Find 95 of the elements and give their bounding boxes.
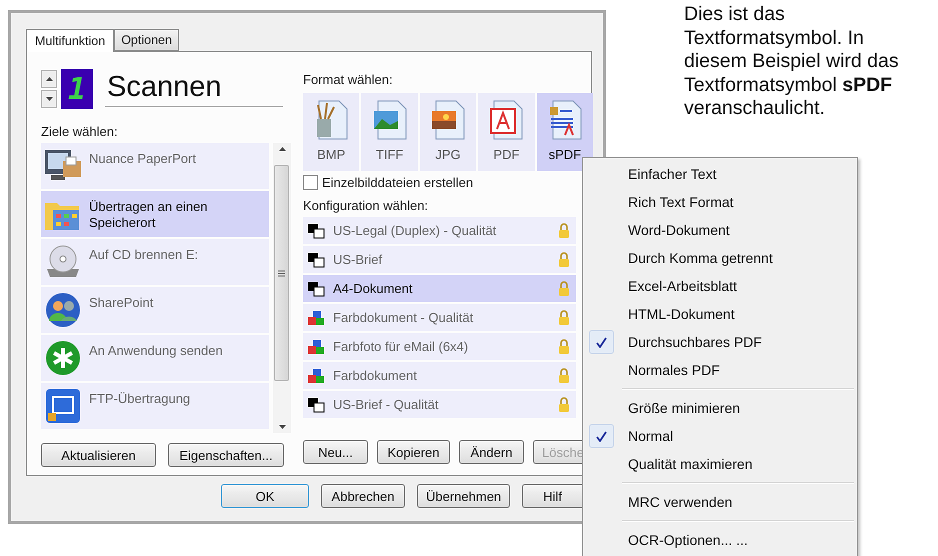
- destination-label: Auf CD brennen E:: [89, 247, 200, 263]
- tab[interactable]: Optionen: [114, 29, 179, 51]
- lock-icon: [558, 396, 570, 412]
- spin-up-button[interactable]: [41, 70, 57, 88]
- destination-label: An Anwendung senden: [89, 343, 224, 359]
- menu-item[interactable]: MRC verwenden: [586, 488, 854, 516]
- configuration-label: US-Legal (Duplex) - Qualität: [333, 223, 498, 238]
- format-option[interactable]: JPG: [420, 93, 476, 171]
- format-label: JPG: [435, 147, 461, 162]
- menu-item[interactable]: Rich Text Format: [586, 188, 854, 216]
- color-cubes-icon: [307, 310, 325, 326]
- action-button[interactable]: Aktualisieren: [41, 443, 156, 467]
- destination-item[interactable]: SharePoint: [41, 287, 269, 333]
- destination-label: Nuance PaperPort: [89, 151, 197, 167]
- destination-label: Übertragen an einen Speicherort: [89, 199, 209, 231]
- up-arrow-icon: [278, 147, 286, 151]
- file-format-icon: [430, 99, 466, 141]
- destination-item[interactable]: FTP-Übertragung: [41, 383, 269, 429]
- asterisk-icon: [43, 339, 83, 377]
- dialog-button[interactable]: OK: [221, 484, 309, 508]
- menu-item[interactable]: OCR-Optionen... ...: [586, 526, 854, 554]
- configuration-item[interactable]: US-Legal (Duplex) - Qualität: [303, 217, 576, 244]
- stacked-pages-icon: [307, 280, 325, 296]
- format-label: BMP: [317, 147, 346, 162]
- format-label: PDF: [493, 147, 520, 162]
- menu-item[interactable]: Excel-Arbeitsblatt: [586, 272, 854, 300]
- lock-icon: [558, 338, 570, 354]
- configuration-item[interactable]: A4-Dokument: [303, 275, 576, 302]
- configuration-item[interactable]: Farbdokument - Qualität: [303, 304, 576, 331]
- configuration-label: Farbdokument: [333, 368, 418, 383]
- menu-item[interactable]: Durch Komma getrennt: [586, 244, 854, 272]
- dialog-button[interactable]: Übernehmen: [417, 484, 510, 508]
- tab[interactable]: Multifunktion: [26, 29, 114, 52]
- destination-item[interactable]: An Anwendung senden: [41, 335, 269, 381]
- configuration-label: A4-Dokument: [333, 281, 414, 296]
- lock-icon: [558, 222, 570, 238]
- stacked-pages-icon: [307, 396, 325, 412]
- up-arrow-icon: [46, 77, 52, 81]
- spin-down-button[interactable]: [41, 90, 57, 108]
- configuration-item[interactable]: US-Brief: [303, 246, 576, 273]
- action-button[interactable]: Eigenschaften...: [168, 443, 284, 467]
- check-icon: [596, 430, 607, 442]
- function-title: Scannen: [105, 71, 283, 107]
- digit-display: 1: [61, 69, 93, 109]
- scrollbar[interactable]: [273, 143, 291, 433]
- destination-item[interactable]: Übertragen an einen Speicherort: [41, 191, 269, 237]
- lock-icon: [558, 310, 570, 326]
- dialog-button[interactable]: Abbrechen: [321, 484, 405, 508]
- color-cubes-icon: [307, 338, 325, 354]
- destination-label: FTP-Übertragung: [89, 391, 192, 407]
- configuration-label: Farbfoto für eMail (6x4): [333, 339, 470, 354]
- down-arrow-icon: [278, 425, 286, 429]
- menu-item[interactable]: HTML-Dokument: [586, 300, 854, 328]
- menu-item[interactable]: Größe minimieren: [586, 394, 854, 422]
- section-label: Konfiguration wählen:: [303, 198, 430, 213]
- format-option[interactable]: PDF: [478, 93, 535, 171]
- configuration-label: US-Brief: [333, 252, 384, 267]
- destination-label: SharePoint: [89, 295, 154, 311]
- file-format-icon: [488, 99, 524, 141]
- lock-icon: [558, 368, 570, 384]
- action-button[interactable]: Ändern: [459, 440, 524, 464]
- configuration-item[interactable]: Farbfoto für eMail (6x4): [303, 333, 576, 360]
- format-option[interactable]: TIFF: [361, 93, 418, 171]
- dialog-button[interactable]: Hilf: [522, 484, 582, 508]
- check-icon: [596, 336, 607, 348]
- action-button[interactable]: Kopieren: [377, 440, 450, 464]
- format-option[interactable]: sPDF: [536, 93, 594, 171]
- lock-icon: [558, 252, 570, 268]
- section-label: Ziele wählen:: [41, 124, 119, 139]
- menu-item[interactable]: Durchsuchbares PDF: [586, 328, 854, 356]
- section-label: Format wählen:: [303, 72, 394, 87]
- checkbox-label: Einzelbilddateien erstellen: [322, 175, 474, 190]
- configuration-item[interactable]: US-Brief - Qualität: [303, 391, 576, 418]
- menu-item[interactable]: Word-Dokument: [586, 216, 854, 244]
- caption-text: Dies ist das Textformatsymbol. In diesem Beispiel wird das Textformatsymbol sPDF veranschaulicht.: [684, 3, 900, 120]
- scroll-thumb[interactable]: [274, 165, 289, 381]
- stacked-pages-icon: [307, 222, 325, 238]
- lock-icon: [558, 280, 570, 296]
- checkbox[interactable]: [303, 175, 318, 190]
- down-arrow-icon: [46, 97, 52, 101]
- configuration-label: Farbdokument - Qualität: [333, 310, 474, 325]
- destination-item[interactable]: Auf CD brennen E:: [41, 239, 269, 285]
- format-label: sPDF: [548, 147, 582, 162]
- configuration-item[interactable]: Farbdokument: [303, 362, 576, 389]
- stacked-pages-icon: [307, 252, 325, 268]
- menu-item[interactable]: Normales PDF: [586, 356, 854, 384]
- color-cubes-icon: [307, 368, 325, 384]
- grip-icon: [278, 270, 285, 276]
- destination-item[interactable]: Nuance PaperPort: [41, 143, 269, 189]
- format-option[interactable]: BMP: [303, 93, 360, 171]
- action-button[interactable]: Neu...: [303, 440, 368, 464]
- configuration-label: US-Brief - Qualität: [333, 397, 440, 412]
- file-format-icon: [372, 99, 408, 141]
- format-label: TIFF: [376, 147, 404, 162]
- people-icon: [43, 291, 83, 329]
